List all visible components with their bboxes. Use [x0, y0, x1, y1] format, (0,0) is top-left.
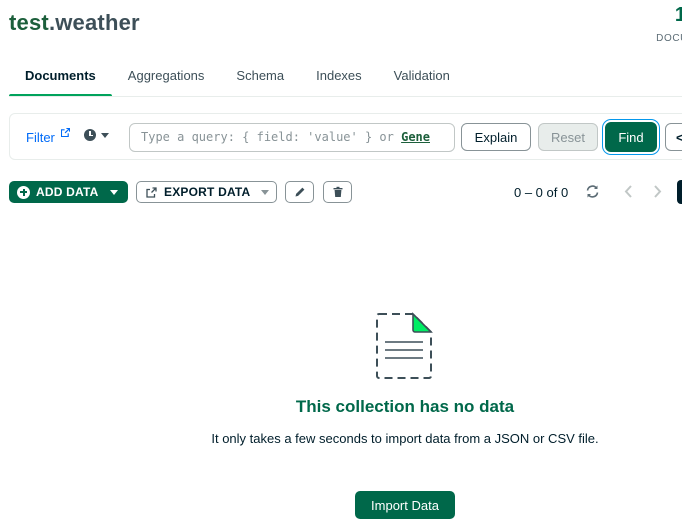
refresh-icon[interactable]	[585, 184, 600, 199]
add-data-label: ADD DATA	[36, 185, 99, 199]
database-name: test	[9, 10, 49, 35]
explain-button[interactable]: Explain	[461, 123, 531, 151]
tab-schema[interactable]: Schema	[220, 66, 300, 97]
chevron-left-icon[interactable]	[622, 184, 636, 199]
import-data-button[interactable]: Import Data	[355, 491, 455, 519]
export-data-button[interactable]: EXPORT DATA	[136, 181, 277, 203]
query-history-button[interactable]	[84, 129, 109, 141]
export-data-label: EXPORT DATA	[164, 185, 251, 199]
chevron-right-icon[interactable]	[650, 184, 664, 199]
find-button[interactable]: Find	[605, 122, 657, 152]
empty-state-description: It only takes a few seconds to import da…	[211, 431, 599, 446]
query-placeholder: Type a query: { field: 'value' } or	[141, 130, 402, 144]
external-link-icon	[61, 128, 70, 137]
trash-icon	[333, 186, 342, 197]
query-bar: Filter Type a query: { field: 'value' } …	[9, 113, 682, 160]
tab-documents[interactable]: Documents	[9, 66, 112, 97]
tab-aggregations[interactable]: Aggregations	[112, 66, 221, 97]
edit-button[interactable]	[285, 181, 314, 203]
chevron-down-icon	[110, 189, 119, 195]
plus-circle-icon	[17, 185, 30, 199]
tab-validation[interactable]: Validation	[378, 66, 466, 97]
pencil-icon	[295, 187, 304, 197]
reset-button[interactable]: Reset	[538, 123, 598, 151]
clock-icon	[84, 129, 96, 141]
chevron-down-icon	[101, 132, 109, 138]
document-count-label: DOCU	[656, 33, 682, 44]
generate-query-link[interactable]: Gene	[401, 130, 430, 144]
collection-name: weather	[55, 10, 140, 35]
chevron-down-icon	[261, 189, 270, 195]
collection-tabs: Documents Aggregations Schema Indexes Va…	[9, 66, 466, 97]
empty-state-title: This collection has no data	[295, 397, 515, 416]
export-icon	[146, 186, 157, 198]
view-toggle-button[interactable]	[677, 180, 682, 204]
more-options-button[interactable]: <	[665, 123, 682, 151]
document-count: 1	[674, 4, 682, 26]
filter-link[interactable]: Filter	[26, 130, 55, 145]
pagination-range: 0 – 0 of 0	[514, 185, 569, 200]
page-title: test.weather	[9, 10, 140, 36]
add-data-button[interactable]: ADD DATA	[9, 181, 128, 203]
tabs-divider	[9, 96, 682, 97]
delete-button[interactable]	[323, 181, 352, 203]
empty-document-icon	[376, 312, 433, 379]
query-input[interactable]: Type a query: { field: 'value' } or Gene	[129, 123, 455, 152]
tab-indexes[interactable]: Indexes	[300, 66, 378, 97]
